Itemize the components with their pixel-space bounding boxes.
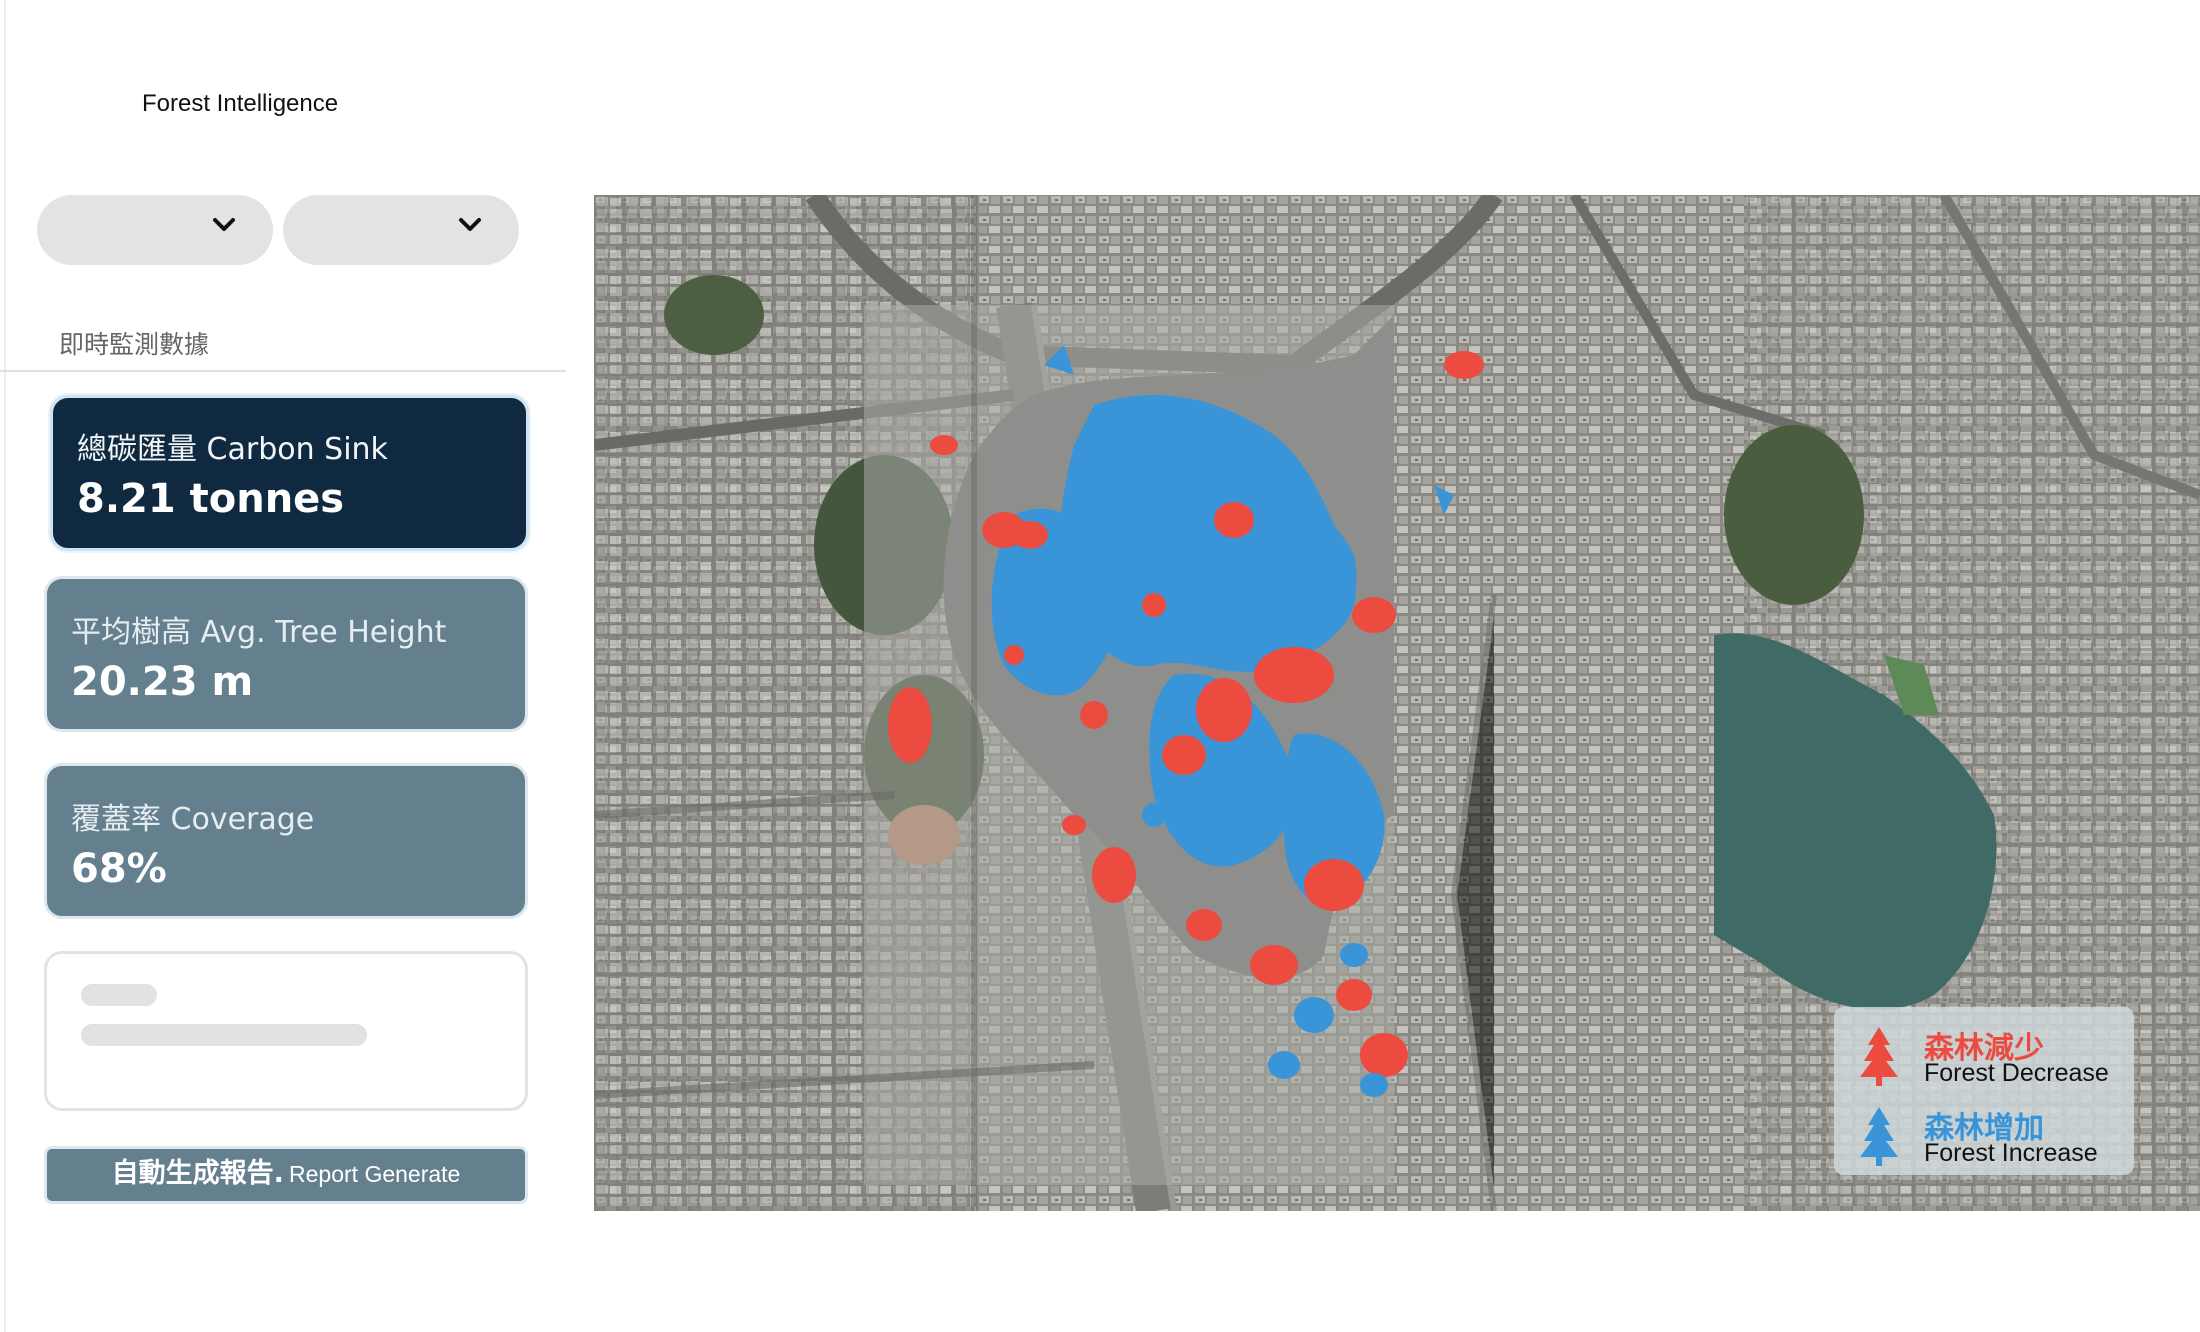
chevron-down-icon <box>459 218 481 231</box>
metric-value: 20.23 m <box>71 659 254 705</box>
metric-label: 平均樹高 Avg. Tree Height <box>71 615 447 650</box>
legend-label-en: Forest Increase <box>1924 1139 2098 1167</box>
metric-label: 總碳匯量 Carbon Sink <box>77 432 388 467</box>
map-legend: 森林減少 Forest Decrease 森林增加 Forest Increas… <box>1834 1007 2134 1175</box>
section-title: 即時監測數據 <box>59 330 210 359</box>
legend-item-forest-decrease: 森林減少 Forest Decrease <box>1858 1021 2134 1091</box>
skeleton-line <box>81 984 157 1006</box>
metric-value: 8.21 tonnes <box>77 476 345 522</box>
metric-card-coverage[interactable]: 覆蓋率 Coverage 68% <box>44 763 528 919</box>
report-button-label-en: Report Generate <box>289 1161 461 1187</box>
metric-card-carbon-sink[interactable]: 總碳匯量 Carbon Sink 8.21 tonnes <box>50 395 529 551</box>
filter-select-1[interactable] <box>37 195 273 265</box>
filter-select-2[interactable] <box>283 195 519 265</box>
legend-label-en: Forest Decrease <box>1924 1059 2109 1087</box>
app-root: Forest Intelligence 即時監測數據 總碳匯量 Carbon S… <box>0 0 2200 1332</box>
app-title: Forest Intelligence <box>142 90 339 117</box>
report-button-label-zh: 自動生成報告. <box>111 1158 284 1189</box>
metric-value: 68% <box>71 846 167 892</box>
chevron-down-icon <box>213 218 235 231</box>
report-generate-button[interactable]: 自動生成報告. Report Generate <box>44 1146 528 1204</box>
section-divider <box>0 370 566 372</box>
tree-icon <box>1860 1107 1898 1166</box>
loading-placeholder-card <box>44 951 528 1111</box>
metric-label: 覆蓋率 Coverage <box>71 802 315 837</box>
skeleton-line <box>81 1024 367 1046</box>
metric-card-tree-height[interactable]: 平均樹高 Avg. Tree Height 20.23 m <box>44 576 528 732</box>
legend-item-forest-increase: 森林增加 Forest Increase <box>1858 1101 2134 1171</box>
left-divider <box>4 0 6 1332</box>
tree-icon <box>1860 1027 1898 1086</box>
